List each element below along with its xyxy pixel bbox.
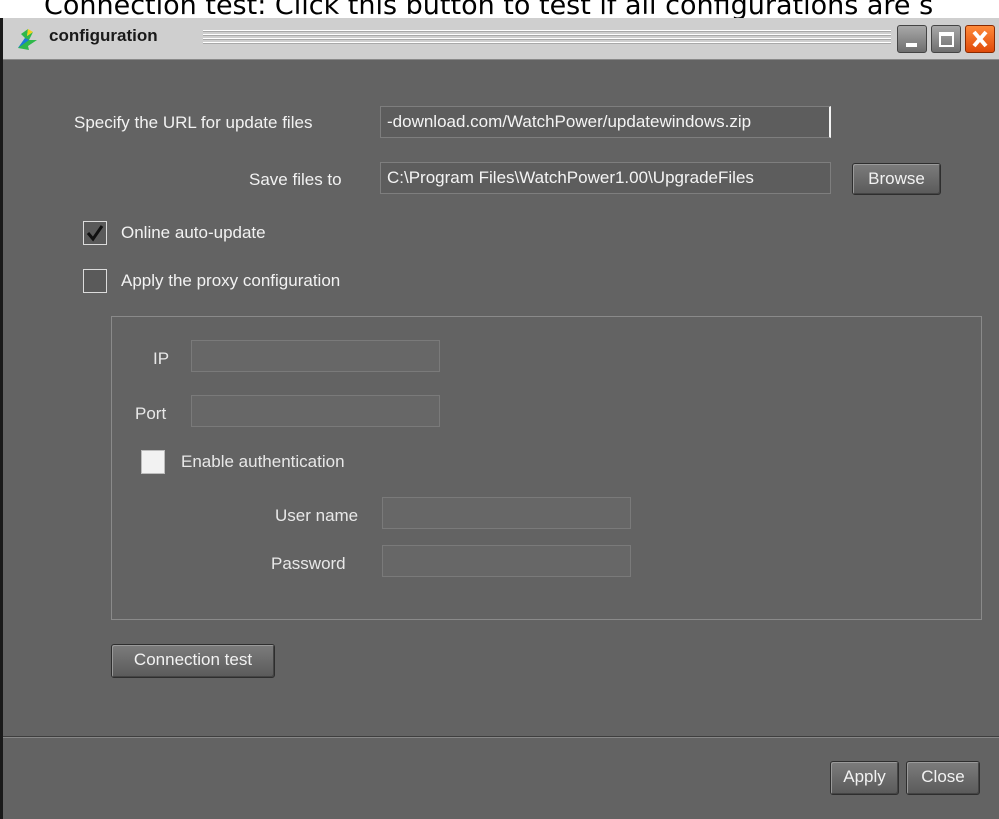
enable-auth-checkbox[interactable] xyxy=(141,450,165,474)
enable-auth-label: Enable authentication xyxy=(181,452,345,471)
username-input[interactable] xyxy=(382,497,631,529)
password-input[interactable] xyxy=(382,545,631,577)
minimize-button[interactable] xyxy=(897,25,927,53)
username-label: User name xyxy=(275,506,359,525)
ip-input[interactable] xyxy=(191,340,440,372)
close-window-button[interactable] xyxy=(965,25,995,53)
ip-label: IP xyxy=(153,349,170,368)
port-label: Port xyxy=(135,404,167,423)
online-update-checkbox[interactable] xyxy=(83,221,107,245)
title-bar[interactable]: configuration xyxy=(3,18,999,60)
connection-test-button[interactable]: Connection test xyxy=(111,644,275,678)
title-grip xyxy=(203,30,891,46)
configuration-window: configuration Specify the URL for update… xyxy=(0,18,999,819)
window-title: configuration xyxy=(49,26,158,45)
apply-proxy-label: Apply the proxy configuration xyxy=(121,271,341,290)
close-button[interactable]: Close xyxy=(906,761,980,795)
app-logo-icon xyxy=(15,26,41,52)
password-label: Password xyxy=(271,554,346,573)
online-update-label: Online auto-update xyxy=(121,223,266,242)
apply-proxy-checkbox[interactable] xyxy=(83,269,107,293)
browse-button[interactable]: Browse xyxy=(852,163,941,195)
maximize-button[interactable] xyxy=(931,25,961,53)
port-input[interactable] xyxy=(191,395,440,427)
save-files-label: Save files to xyxy=(249,170,342,189)
update-url-input[interactable]: -download.com/WatchPower/updatewindows.z… xyxy=(380,106,831,138)
footer-separator xyxy=(3,736,999,738)
save-path-input[interactable]: C:\Program Files\WatchPower1.00\UpgradeF… xyxy=(380,162,831,194)
apply-button[interactable]: Apply xyxy=(830,761,899,795)
url-label: Specify the URL for update files xyxy=(74,113,313,132)
